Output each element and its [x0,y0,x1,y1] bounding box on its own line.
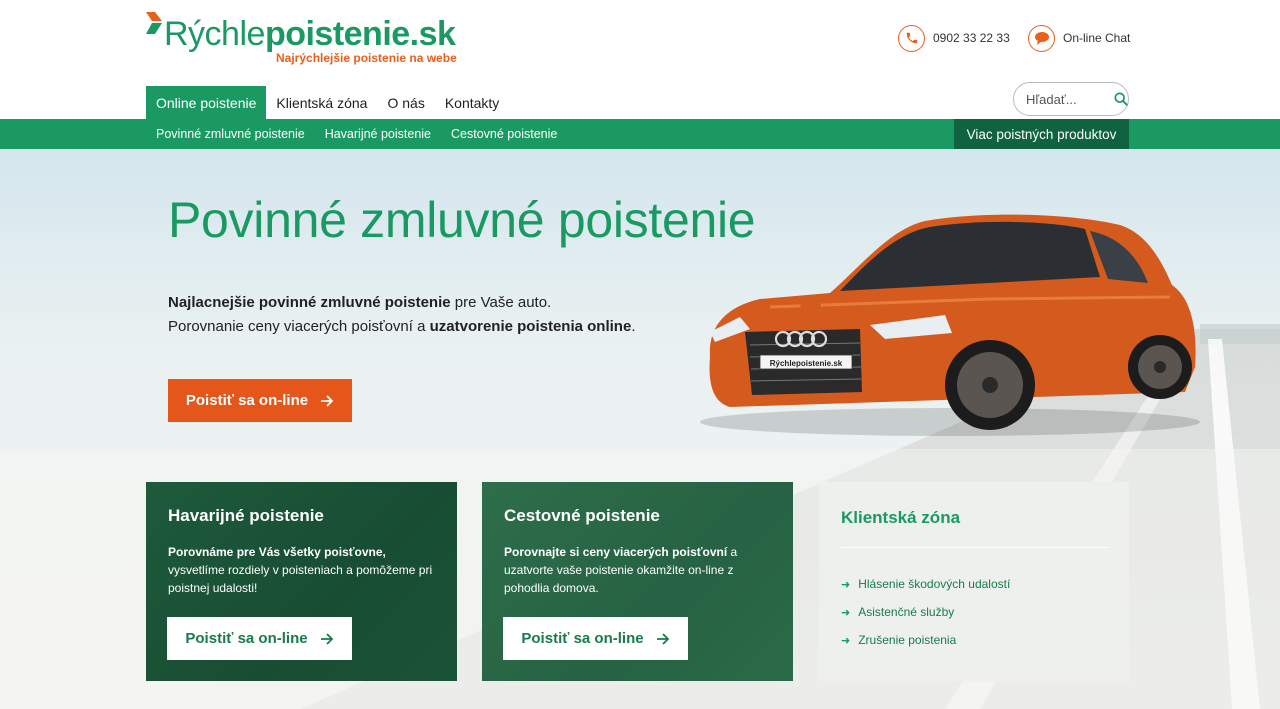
hero-line2-bold: uzatvorenie poistenia online [429,318,632,335]
search-input[interactable] [1026,91,1106,107]
hero-line2-start: Porovnanie ceny viacerých poisťovní a [168,318,430,335]
hero-line2-end: . [631,318,636,335]
link-asistencne-sluzby[interactable]: ➜ Asistenčné služby [841,598,1010,626]
link-hlasenie-skodovych-udalosti[interactable]: ➜ Hlásenie škodových udalostí [841,570,1010,598]
phone-icon [898,24,925,52]
hero-line1-bold: Najlacnejšie povinné zmluvné poistenie [168,294,451,311]
card-klientska-zona: Klientská zóna ➜ Hlásenie škodových udalo… [819,482,1129,681]
hero-line1-rest: pre Vaše auto. [450,294,552,311]
arrow-right-icon: ➜ [841,606,851,619]
phone-number: 0902 33 22 33 [933,31,1010,45]
card-title: Havarijné poistenie [168,506,324,525]
search-icon[interactable] [1114,91,1128,107]
card-title: Klientská zóna [841,508,961,527]
hero-section: Povinné zmluvné poistenie Najlacnejšie p… [0,149,1280,709]
divider [841,547,1109,548]
arrow-right-icon [656,632,669,645]
arrow-right-icon [320,632,333,645]
card-text: Porovnáme pre Vás všetky poisťovne, vysv… [168,545,433,595]
card-button-label: Poistiť sa on-line [521,630,644,647]
cestovne-insure-online-button[interactable]: Poistiť sa on-line [503,617,688,660]
subnav-item-havarijne[interactable]: Havarijné poistenie [315,119,441,149]
main-nav: Online poistenie Klientská zóna O nás Ko… [146,86,509,119]
sub-nav: Povinné zmluvné poistenie Havarijné pois… [0,119,1280,149]
subnav-item-povinne[interactable]: Povinné zmluvné poistenie [146,119,315,149]
more-products-button[interactable]: Viac poistných produktov [954,119,1129,149]
card-button-label: Poistiť sa on-line [185,630,308,647]
arrow-right-icon: ➜ [841,634,851,647]
logo-text: Rýchlepoistenie.sk [164,15,456,53]
nav-item-klientska-zona[interactable]: Klientská zóna [266,86,377,119]
logo-arrow-icon [146,12,162,34]
chat-bubble-icon [1028,24,1055,52]
logo-tagline: Najrýchlejšie poistenie na webe [276,51,457,65]
card-title: Cestovné poistenie [504,506,660,525]
card-text: Porovnajte si ceny viacerých poisťovní a… [504,545,738,595]
chat-label: On-line Chat [1063,31,1131,45]
card-cestovne-poistenie: Cestovné poistenie Porovnajte si ceny vi… [482,482,793,681]
nav-item-kontakty[interactable]: Kontakty [435,86,509,119]
arrow-right-icon: ➜ [841,578,851,591]
nav-item-online-poistenie[interactable]: Online poistenie [146,86,267,119]
subnav-item-cestovne[interactable]: Cestovné poistenie [441,119,567,149]
hero-cta-label: Poistiť sa on-line [185,392,309,409]
havarijne-insure-online-button[interactable]: Poistiť sa on-line [167,617,352,660]
site-logo[interactable]: Rýchlepoistenie.sk Najrýchlejšie poisten… [146,10,476,70]
arrow-right-icon [321,394,334,407]
nav-item-o-nas[interactable]: O nás [377,86,434,119]
card-havarijne-poistenie: Havarijné poistenie Porovnáme pre Vás vš… [146,482,457,681]
online-chat-link[interactable]: On-line Chat [1028,24,1130,52]
hero-description: Najlacnejšie povinné zmluvné poistenie p… [168,291,728,339]
phone-contact[interactable]: 0902 33 22 33 [898,24,1010,52]
car-image: Rýchlepoistenie.sk [700,214,1200,436]
license-plate-text: Rýchlepoistenie.sk [770,359,843,368]
link-zrusenie-poistenia[interactable]: ➜ Zrušenie poistenia [841,626,1010,654]
site-header: Rýchlepoistenie.sk Najrýchlejšie poisten… [0,0,1280,86]
search-box [1013,82,1129,116]
hero-title: Povinné zmluvné poistenie [168,192,756,248]
hero-insure-online-button[interactable]: Poistiť sa on-line [168,379,352,422]
